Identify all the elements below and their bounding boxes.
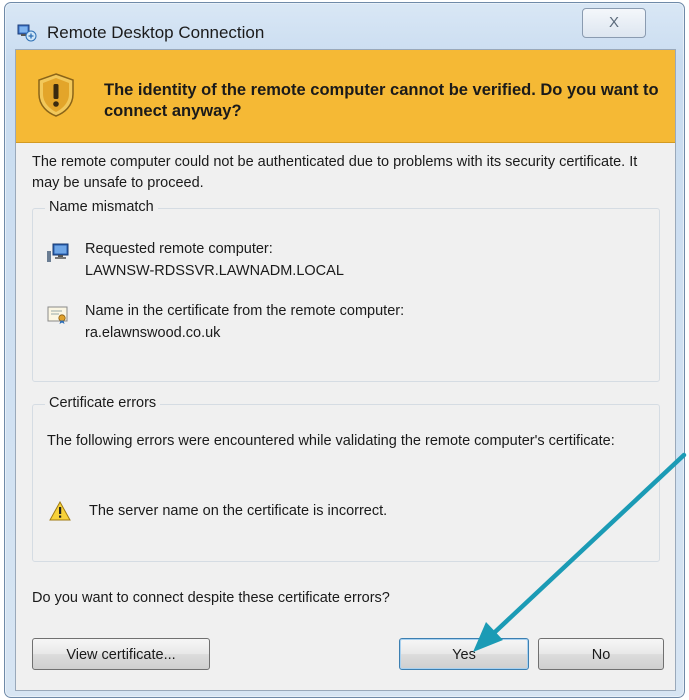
security-shield-icon <box>38 73 74 117</box>
certificate-icon <box>47 306 68 324</box>
window-title: Remote Desktop Connection <box>47 23 265 42</box>
remote-desktop-icon <box>17 24 37 42</box>
intro-text: The remote computer could not be authent… <box>32 154 638 191</box>
certificate-name-value: ra.elawnswood.co.uk <box>85 325 221 341</box>
view-certificate-button[interactable]: View certificate... <box>32 638 210 670</box>
yes-button[interactable]: Yes <box>399 638 529 670</box>
rdp-dialog-window: Remote Desktop Connection X The identity… <box>4 2 685 698</box>
computer-network-icon <box>47 243 69 262</box>
certificate-error-item: The server name on the certificate is in… <box>89 503 388 519</box>
close-icon: X <box>608 14 619 31</box>
requested-computer-label: Requested remote computer: <box>85 241 273 257</box>
name-mismatch-group: Name mismatch Requested remote computer:… <box>32 199 660 382</box>
name-mismatch-legend: Name mismatch <box>45 199 158 215</box>
certificate-errors-legend: Certificate errors <box>45 395 161 411</box>
dialog-body: The identity of the remote computer cann… <box>15 49 676 691</box>
close-button[interactable]: X <box>582 8 646 38</box>
no-button[interactable]: No <box>538 638 664 670</box>
warning-banner: The identity of the remote computer cann… <box>16 50 675 143</box>
confirm-question: Do you want to connect despite these cer… <box>32 590 390 606</box>
title-bar[interactable]: Remote Desktop Connection X <box>5 3 684 49</box>
warning-message: The identity of the remote computer cann… <box>104 81 659 120</box>
requested-computer-value: LAWNSW-RDSSVR.LAWNADM.LOCAL <box>85 263 344 279</box>
certificate-name-label: Name in the certificate from the remote … <box>85 303 405 319</box>
errors-description: The following errors were encountered wh… <box>47 433 615 449</box>
certificate-errors-group: Certificate errors The following errors … <box>32 395 660 562</box>
warning-icon <box>49 501 71 521</box>
